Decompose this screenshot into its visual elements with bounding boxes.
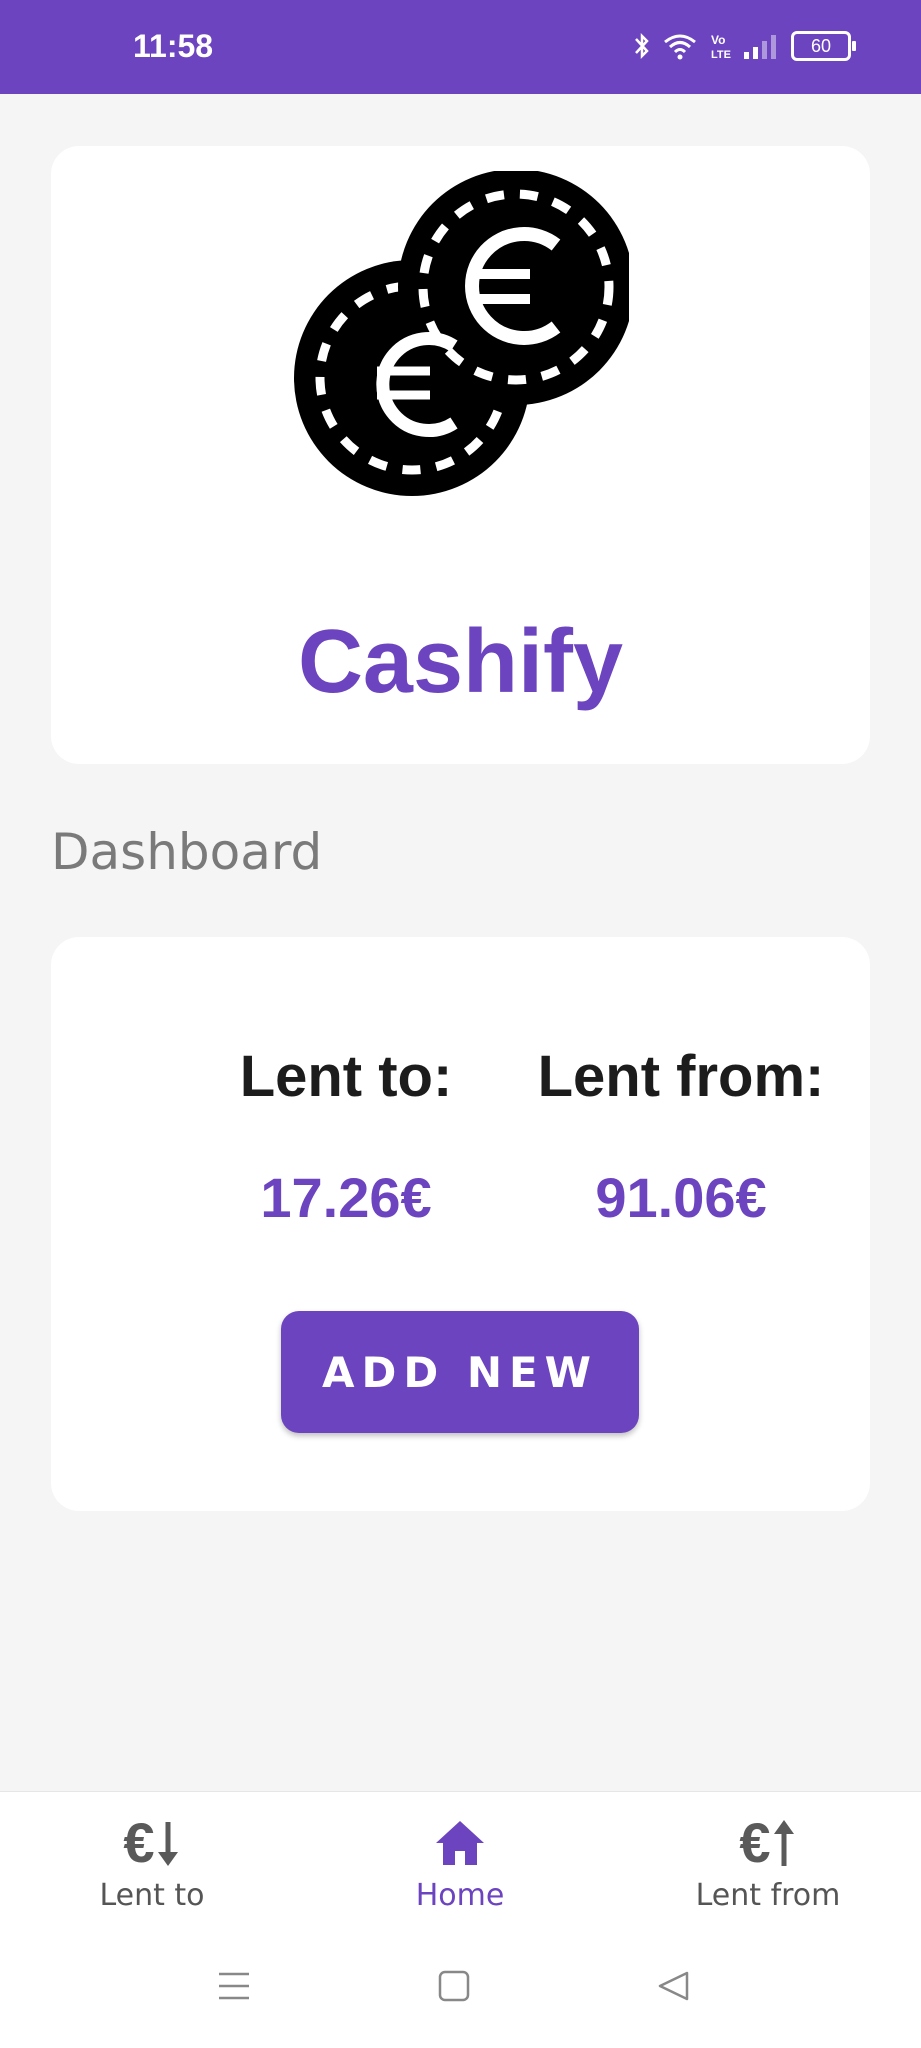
svg-text:LTE: LTE	[711, 49, 731, 61]
nav-label-home: Home	[415, 1878, 505, 1913]
lent-from-value: 91.06€	[595, 1166, 767, 1229]
dashboard-card: Lent to: Lent from: 17.26€ 91.06€ ADD NE…	[51, 937, 870, 1511]
app-header-card: Cashify	[51, 146, 870, 764]
app-title: Cashify	[297, 612, 624, 712]
bottom-navigation: € Lent to Home € Lent from	[0, 1791, 921, 1924]
back-triangle-icon[interactable]	[657, 1970, 689, 2007]
add-new-button[interactable]: ADD NEW	[281, 1311, 639, 1433]
nav-item-lent-from[interactable]: € Lent from	[653, 1814, 883, 1914]
battery-icon: 60	[791, 31, 856, 61]
volte-icon: Vo LTE	[709, 31, 731, 61]
status-time: 11:58	[133, 28, 214, 64]
signal-icon	[743, 32, 779, 60]
home-square-icon[interactable]	[438, 1970, 470, 2007]
nav-item-home[interactable]: Home	[345, 1814, 575, 1913]
wifi-icon	[663, 32, 697, 60]
euro-coins-icon	[294, 169, 634, 511]
section-title-dashboard: Dashboard	[51, 823, 323, 881]
menu-icon[interactable]	[218, 1970, 250, 2007]
lent-from-label: Lent from:	[537, 1044, 825, 1109]
nav-item-lent-to[interactable]: € Lent to	[37, 1814, 267, 1914]
nav-label-lent-to: Lent to	[99, 1878, 205, 1913]
status-icons: Vo LTE 60	[633, 28, 856, 64]
status-bar: 11:58 Vo LTE 60	[0, 0, 921, 94]
system-navigation-bar	[0, 1923, 921, 2048]
svg-text:Vo: Vo	[711, 33, 725, 47]
nav-label-lent-from: Lent from	[695, 1878, 841, 1913]
euro-arrow-down-icon: €	[37, 1814, 267, 1872]
home-icon	[345, 1814, 575, 1872]
bluetooth-icon	[633, 31, 651, 61]
euro-arrow-up-icon: €	[653, 1814, 883, 1872]
